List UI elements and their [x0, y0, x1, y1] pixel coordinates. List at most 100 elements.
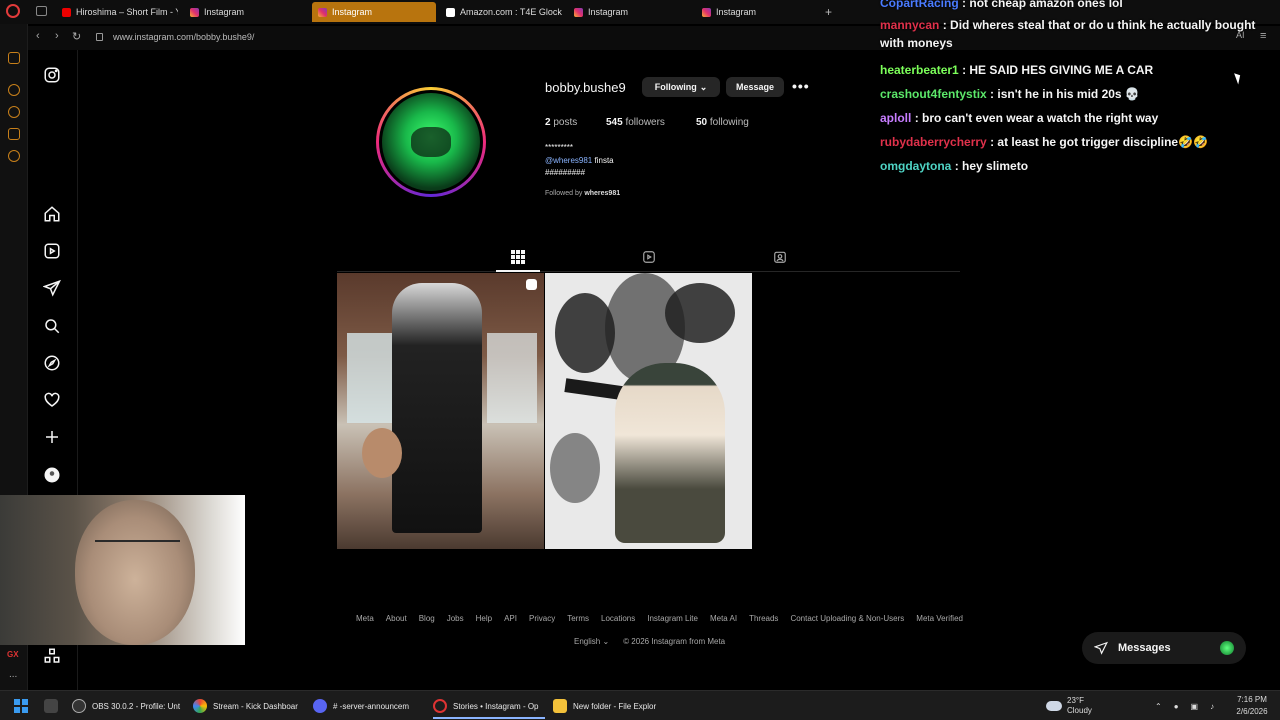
footer-link[interactable]: Meta [356, 614, 374, 623]
profile-avatar-icon[interactable] [42, 465, 62, 485]
tab-manager-icon[interactable] [36, 6, 47, 16]
chat-username: heaterbeater1 [880, 63, 959, 77]
messages-button[interactable]: Messages [1082, 632, 1246, 664]
forward-icon[interactable]: › [55, 30, 59, 42]
followed-by[interactable]: Followed by wheres981 [545, 190, 620, 197]
browser-tab-4[interactable]: Instagram [568, 2, 690, 22]
wallet-icon[interactable] [8, 52, 20, 64]
footer-link[interactable]: Contact Uploading & Non-Users [790, 614, 904, 623]
footer-link[interactable]: Meta AI [710, 614, 737, 623]
more-options-icon[interactable]: ••• [792, 78, 810, 94]
browser-tab-1[interactable]: Instagram [184, 2, 306, 22]
footer-link[interactable]: About [386, 614, 407, 623]
menu-icon[interactable]: ≡ [1260, 30, 1266, 42]
chat-message: CopartRacing : not cheap amazon ones lol [880, 0, 1260, 12]
direct-send-icon[interactable] [42, 278, 62, 298]
reel-badge-icon [526, 279, 537, 290]
footer-link[interactable]: API [504, 614, 517, 623]
chat-text: : bro can't even wear a watch the right … [914, 111, 1159, 125]
network-icon[interactable]: ▣ [1191, 702, 1199, 711]
chat-username: crashout4fentystix [880, 87, 987, 101]
chevron-up-icon[interactable]: ⌃ [1155, 702, 1162, 711]
footer-link[interactable]: Locations [601, 614, 635, 623]
chevron-down-icon: ⌄ [699, 81, 708, 92]
browser-tab-0[interactable]: Hiroshima – Short Film - Y [56, 2, 178, 22]
player-icon[interactable] [8, 84, 20, 96]
task-view-icon[interactable] [44, 691, 58, 720]
taskbar-explorer[interactable]: New folder - File Explor [553, 691, 656, 720]
settings-icon[interactable] [8, 150, 20, 162]
footer-links: Meta About Blog Jobs Help API Privacy Te… [356, 614, 963, 623]
chat-message: mannycan : Did wheres steal that or do u… [880, 16, 1260, 52]
footer-link[interactable]: Jobs [447, 614, 464, 623]
posts-grid-icon[interactable] [511, 250, 525, 264]
weather-widget[interactable]: 23°F Cloudy [1046, 691, 1092, 720]
footer-link[interactable]: Privacy [529, 614, 555, 623]
chat-icon[interactable] [8, 128, 20, 140]
windows-start-icon[interactable] [14, 699, 28, 713]
post-image-figure [615, 363, 725, 543]
post-image-face [362, 428, 402, 478]
bio-mention-link[interactable]: @wheres981 [545, 156, 592, 165]
volume-icon[interactable]: ♪ [1210, 702, 1214, 711]
followers-stat[interactable]: 545 followers [606, 117, 665, 128]
following-button[interactable]: Following ⌄ [642, 77, 720, 97]
following-stat[interactable]: 50 following [696, 117, 749, 128]
reels-tab-icon[interactable] [642, 250, 656, 264]
tagged-tab-icon[interactable] [773, 250, 787, 264]
back-icon[interactable]: ‹ [36, 30, 40, 42]
post-thumbnail-2[interactable] [545, 273, 752, 549]
search-icon[interactable] [42, 316, 62, 336]
heart-icon[interactable] [42, 390, 62, 410]
footer-link[interactable]: Meta Verified [916, 614, 963, 623]
more-icon[interactable]: ... [9, 669, 17, 680]
create-icon[interactable] [42, 427, 62, 447]
explore-icon[interactable] [42, 353, 62, 373]
taskbar-discord[interactable]: # -server-announcem [313, 691, 409, 720]
followers-count: 545 [606, 117, 623, 128]
taskbar-obs[interactable]: OBS 30.0.2 - Profile: Unt [72, 691, 180, 720]
chat-username: CopartRacing [880, 0, 959, 10]
taskbar-opera[interactable]: Stories • Instagram - Op [433, 691, 539, 720]
chat-text: : at least he got trigger discipline🤣🤣 [990, 135, 1208, 149]
footer-link[interactable]: Terms [567, 614, 589, 623]
opera-icon [433, 699, 447, 713]
folder-icon [553, 699, 567, 713]
browser-tab-5[interactable]: Instagram [696, 2, 818, 22]
opera-logo-icon[interactable] [6, 4, 20, 18]
browser-tab-3[interactable]: Amazon.com : T4E Glock [440, 2, 562, 22]
instagram-logo-icon[interactable] [42, 65, 62, 85]
footer-link[interactable]: Help [476, 614, 492, 623]
message-button[interactable]: Message [726, 77, 784, 97]
language-select[interactable]: English ⌄ [574, 637, 609, 646]
microphone-icon[interactable]: ● [1174, 702, 1179, 711]
browser-tab-2-active[interactable]: Instagram [312, 2, 436, 22]
screen: Hiroshima – Short Film - Y Instagram Ins… [0, 0, 1280, 720]
instagram-icon [702, 7, 711, 17]
new-tab-button[interactable]: + [825, 5, 832, 19]
profile-avatar[interactable] [376, 87, 486, 197]
taskbar: OBS 30.0.2 - Profile: Unt Stream - Kick … [0, 690, 1280, 720]
reels-icon[interactable] [42, 241, 62, 261]
more-menu-icon[interactable] [42, 646, 62, 666]
url-field[interactable]: www.instagram.com/bobby.bushe9/ [113, 32, 254, 42]
youtube-icon [62, 7, 71, 17]
copyright: © 2026 Instagram from Meta [623, 637, 726, 646]
clock-time: 7:16 PM [1237, 695, 1267, 704]
home-icon[interactable] [42, 204, 62, 224]
footer-link[interactable]: Instagram Lite [647, 614, 698, 623]
post-thumbnail-1[interactable] [337, 273, 544, 549]
clock[interactable]: 7:16 PM 2/6/2026 [1226, 694, 1278, 718]
system-tray: ⌃ ● ▣ ♪ [1155, 691, 1214, 720]
history-icon[interactable] [8, 106, 20, 118]
reload-icon[interactable]: ↻ [72, 30, 81, 43]
footer-link[interactable]: Blog [419, 614, 435, 623]
gx-label: GX [7, 650, 19, 659]
posts-stat: 2 posts [545, 117, 577, 128]
footer-link[interactable]: Threads [749, 614, 778, 623]
webcam-glasses [95, 540, 180, 560]
taskbar-chrome[interactable]: Stream - Kick Dashboar [193, 691, 298, 720]
chat-text: : hey slimeto [954, 159, 1029, 173]
following-count: 50 [696, 117, 708, 128]
chat-username: aploll [880, 111, 912, 125]
